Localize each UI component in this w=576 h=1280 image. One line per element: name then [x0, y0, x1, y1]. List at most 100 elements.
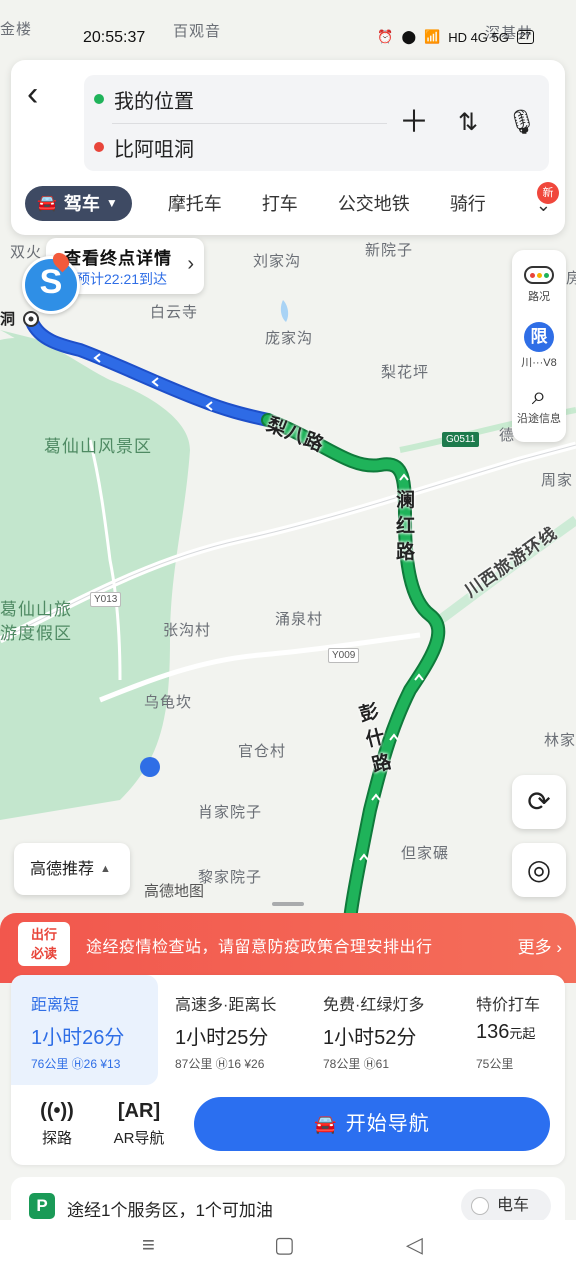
route-option-taxi[interactable]: 特价打车 136元起 75公里: [456, 975, 565, 1085]
travel-notice-banner[interactable]: 出行 必读 途经疫情检查站，请留意防疫政策合理安排出行 更多 ›: [0, 913, 576, 983]
more-label: 更多: [517, 938, 552, 957]
destination-text: 比阿咀洞: [114, 138, 194, 161]
route-duration: 1小时52分: [323, 1027, 417, 1049]
traffic-light-icon: [524, 266, 554, 284]
route-option[interactable]: 免费·红绿灯多 1小时52分 78公里 Ⓗ61: [303, 975, 453, 1085]
status-bar: 20:55:37 ⏰ ⬤ 📶 HD 4G 5G 27: [0, 20, 576, 60]
back-triangle-icon[interactable]: ◁: [406, 1232, 423, 1258]
traffic-button[interactable]: 路况: [512, 266, 566, 304]
road-shield: Y013: [90, 592, 122, 607]
ar-navigation-button[interactable]: [AR] AR导航: [107, 1099, 171, 1148]
map-label: 刘家沟: [253, 253, 302, 270]
origin-text: 我的位置: [114, 90, 194, 113]
origin-field[interactable]: 我的位置: [94, 77, 194, 121]
map-label: 乌龟坎: [144, 694, 193, 711]
microphone-icon[interactable]: 🎙: [504, 103, 540, 143]
swap-icon[interactable]: ⇅: [450, 103, 486, 143]
location-icon: ⬤: [401, 29, 416, 44]
add-waypoint-icon[interactable]: ＋: [396, 103, 432, 143]
map-label: 黎家院子: [198, 869, 263, 886]
route-search-card: ‹ 我的位置 比阿咀洞 ＋ ⇅ 🎙 🚘 驾车 ▼ 摩托车 打车 公交地铁 骑行 …: [11, 60, 565, 235]
chevron-down-icon: ▼: [105, 196, 118, 210]
price-unit: 元起: [509, 1026, 536, 1041]
map-label: 白云寺: [150, 304, 199, 321]
map-label: 周家: [541, 472, 574, 489]
origin-dot-icon: [94, 94, 104, 104]
map-label: 官仓村: [238, 743, 287, 760]
ar-label: AR导航: [113, 1130, 165, 1147]
menu-icon[interactable]: ≡: [142, 1232, 155, 1258]
tab-motorcycle[interactable]: 摩托车: [168, 190, 222, 216]
traffic-label: 路况: [528, 291, 550, 303]
alarm-icon: ⏰: [377, 29, 394, 44]
tab-taxi[interactable]: 打车: [262, 190, 298, 216]
map-label: 新院子: [365, 242, 414, 259]
route-detail: 87公里 Ⓗ16 ¥26: [175, 1057, 265, 1071]
start-label: 开始导航: [345, 1113, 430, 1135]
notice-more-link[interactable]: 更多 ›: [518, 933, 562, 958]
route-input-box: 我的位置 比阿咀洞 ＋ ⇅ 🎙: [84, 75, 549, 171]
destination-field[interactable]: 比阿咀洞: [94, 125, 194, 169]
route-option[interactable]: 高速多·距离长 1小时25分 87公里 Ⓗ16 ¥26: [155, 975, 305, 1085]
tab-drive[interactable]: 🚘 驾车 ▼: [25, 185, 132, 221]
map-label: 但家碾: [401, 845, 450, 862]
tab-bike[interactable]: 骑行: [450, 190, 486, 216]
map-label: 葛仙山风景区: [44, 437, 152, 456]
ev-label: 电车: [497, 1197, 530, 1214]
chevron-right-icon: ›: [187, 253, 194, 275]
back-button[interactable]: ‹: [27, 76, 59, 116]
home-icon[interactable]: ▢: [274, 1232, 295, 1258]
route-detail: 75公里: [476, 1057, 514, 1071]
divider: [112, 123, 387, 124]
route-duration: 1小时25分: [175, 1027, 269, 1049]
route-detail: 76公里 Ⓗ26 ¥13: [31, 1057, 121, 1071]
drag-handle[interactable]: [272, 902, 304, 906]
restriction-icon: 限: [524, 322, 554, 352]
map-label: 庞家沟: [265, 330, 314, 347]
road-label: 澜红路: [396, 490, 417, 563]
bubble-title: 查看终点详情: [64, 249, 172, 268]
eta-text: 预计22:21到达: [76, 271, 168, 287]
battery-icon: 27: [516, 30, 534, 44]
triangle-up-icon: ▲: [100, 863, 111, 875]
ev-toggle[interactable]: 电车: [461, 1189, 551, 1223]
map-label: 梨花坪: [381, 364, 430, 381]
tab-transit[interactable]: 公交地铁: [338, 190, 410, 216]
travel-mode-tabs: 🚘 驾车 ▼ 摩托车 打车 公交地铁 骑行: [25, 185, 526, 221]
map-side-panel: 路况 限 川···V8 ⌕ 沿途信息: [512, 250, 566, 442]
wifi-icon: 📶: [424, 29, 441, 44]
restriction-button[interactable]: 限 川···V8: [512, 322, 566, 370]
notice-tag: 出行 必读: [18, 922, 70, 966]
tab-label: 驾车: [63, 194, 100, 214]
route-option[interactable]: 距离短 1小时26分 76公里 Ⓗ26 ¥13: [11, 975, 158, 1085]
explore-label: 探路: [41, 1130, 72, 1147]
along-route-button[interactable]: ⌕ 沿途信息: [512, 380, 566, 426]
search-icon: ⌕: [531, 380, 547, 410]
parking-icon: P: [29, 1193, 55, 1219]
service-text: 途经1个服务区，1个可加油: [67, 1201, 273, 1220]
explore-button[interactable]: ((•)) 探路: [25, 1099, 89, 1148]
start-navigation-button[interactable]: 🚘 开始导航: [194, 1097, 550, 1151]
car-icon: 🚘: [314, 1114, 338, 1134]
map-label: 房: [566, 270, 576, 287]
recommend-dropdown[interactable]: 高德推荐 ▲: [14, 843, 130, 895]
route-label: 免费·红绿灯多: [323, 997, 425, 1014]
refresh-icon: ⟳: [527, 786, 551, 817]
map-label: 肖家院子: [198, 804, 263, 821]
system-nav-bar: ≡ ▢ ◁: [0, 1220, 576, 1280]
destination-marker[interactable]: S: [22, 256, 80, 314]
route-duration: 1小时26分: [31, 1027, 125, 1049]
map-label: 张沟村: [163, 622, 212, 639]
new-badge: 新: [537, 182, 559, 204]
map-watermark: 高德地图: [144, 883, 205, 900]
refresh-route-button[interactable]: ⟳: [512, 775, 566, 829]
ar-icon: [AR]: [117, 1100, 161, 1122]
road-shield: Y009: [328, 648, 360, 663]
checkbox-circle-icon: [471, 1197, 489, 1215]
locate-button[interactable]: ◎: [512, 843, 566, 897]
radar-icon: ((•)): [40, 1100, 74, 1122]
route-options-card: 距离短 1小时26分 76公里 Ⓗ26 ¥13 高速多·距离长 1小时25分 8…: [11, 975, 565, 1165]
notice-message: 途经疫情检查站，请留意防疫政策合理安排出行: [86, 939, 433, 956]
restriction-label: 川···V8: [521, 357, 557, 369]
notice-tag-line: 出行: [30, 927, 57, 942]
